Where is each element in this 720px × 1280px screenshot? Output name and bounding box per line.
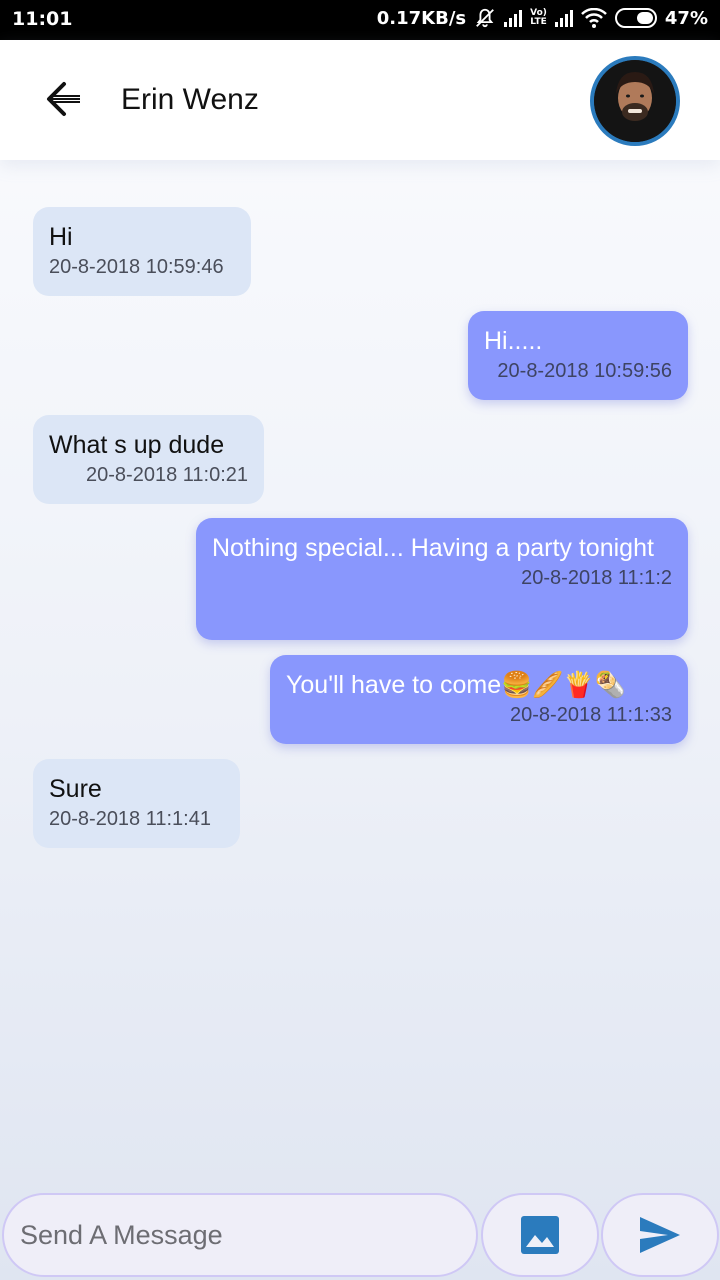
send-icon	[640, 1217, 680, 1253]
message-incoming[interactable]: What s up dude 20-8-2018 11:0:21	[33, 415, 264, 504]
signal-icon	[504, 9, 523, 27]
status-bar: 11:01 0.17KB/s Vo) LTE 47%	[0, 0, 720, 40]
signal-icon-2	[554, 9, 573, 27]
bell-off-icon	[476, 8, 495, 28]
send-button[interactable]	[601, 1193, 719, 1277]
message-text: Hi.....	[484, 327, 543, 355]
back-button[interactable]	[40, 78, 88, 122]
message-outgoing[interactable]: Nothing special... Having a party tonigh…	[196, 518, 688, 640]
message-text: Hi	[49, 223, 73, 251]
message-timestamp: 20-8-2018 11:1:41	[49, 808, 211, 830]
wifi-icon	[581, 8, 607, 28]
contact-name: Erin Wenz	[121, 83, 259, 116]
attach-image-button[interactable]	[481, 1193, 599, 1277]
volte-icon: Vo) LTE	[530, 8, 547, 27]
avatar-image-icon	[594, 60, 676, 142]
message-input-container[interactable]	[2, 1193, 478, 1277]
message-text: Nothing special... Having a party tonigh…	[212, 534, 654, 562]
message-outgoing[interactable]: You'll have to come🍔🥖🍟🌯 20-8-2018 11:1:3…	[270, 655, 688, 744]
message-incoming[interactable]: Hi 20-8-2018 10:59:46	[33, 207, 251, 296]
message-text: Sure	[49, 775, 102, 803]
message-outgoing[interactable]: Hi..... 20-8-2018 10:59:56	[468, 311, 688, 400]
contact-avatar[interactable]	[590, 56, 680, 146]
network-speed: 0.17KB/s	[376, 7, 467, 29]
message-timestamp: 20-8-2018 11:1:33	[510, 704, 672, 726]
chat-header: Erin Wenz	[0, 40, 720, 160]
message-incoming[interactable]: Sure 20-8-2018 11:1:41	[33, 759, 240, 848]
message-timestamp: 20-8-2018 10:59:46	[49, 256, 224, 278]
battery-percent: 47%	[664, 7, 708, 29]
message-text: What s up dude	[49, 431, 225, 459]
message-text: You'll have to come🍔🥖🍟🌯	[286, 671, 626, 699]
image-icon	[521, 1216, 559, 1254]
message-timestamp: 20-8-2018 11:0:21	[86, 464, 248, 486]
status-icons: 0.17KB/s Vo) LTE 47%	[377, 7, 708, 29]
message-timestamp: 20-8-2018 11:1:2	[521, 567, 672, 589]
status-time: 11:01	[12, 8, 73, 30]
message-input[interactable]	[20, 1219, 460, 1251]
arrow-left-icon	[47, 82, 80, 116]
battery-icon	[614, 8, 657, 28]
message-timestamp: 20-8-2018 10:59:56	[497, 360, 672, 382]
